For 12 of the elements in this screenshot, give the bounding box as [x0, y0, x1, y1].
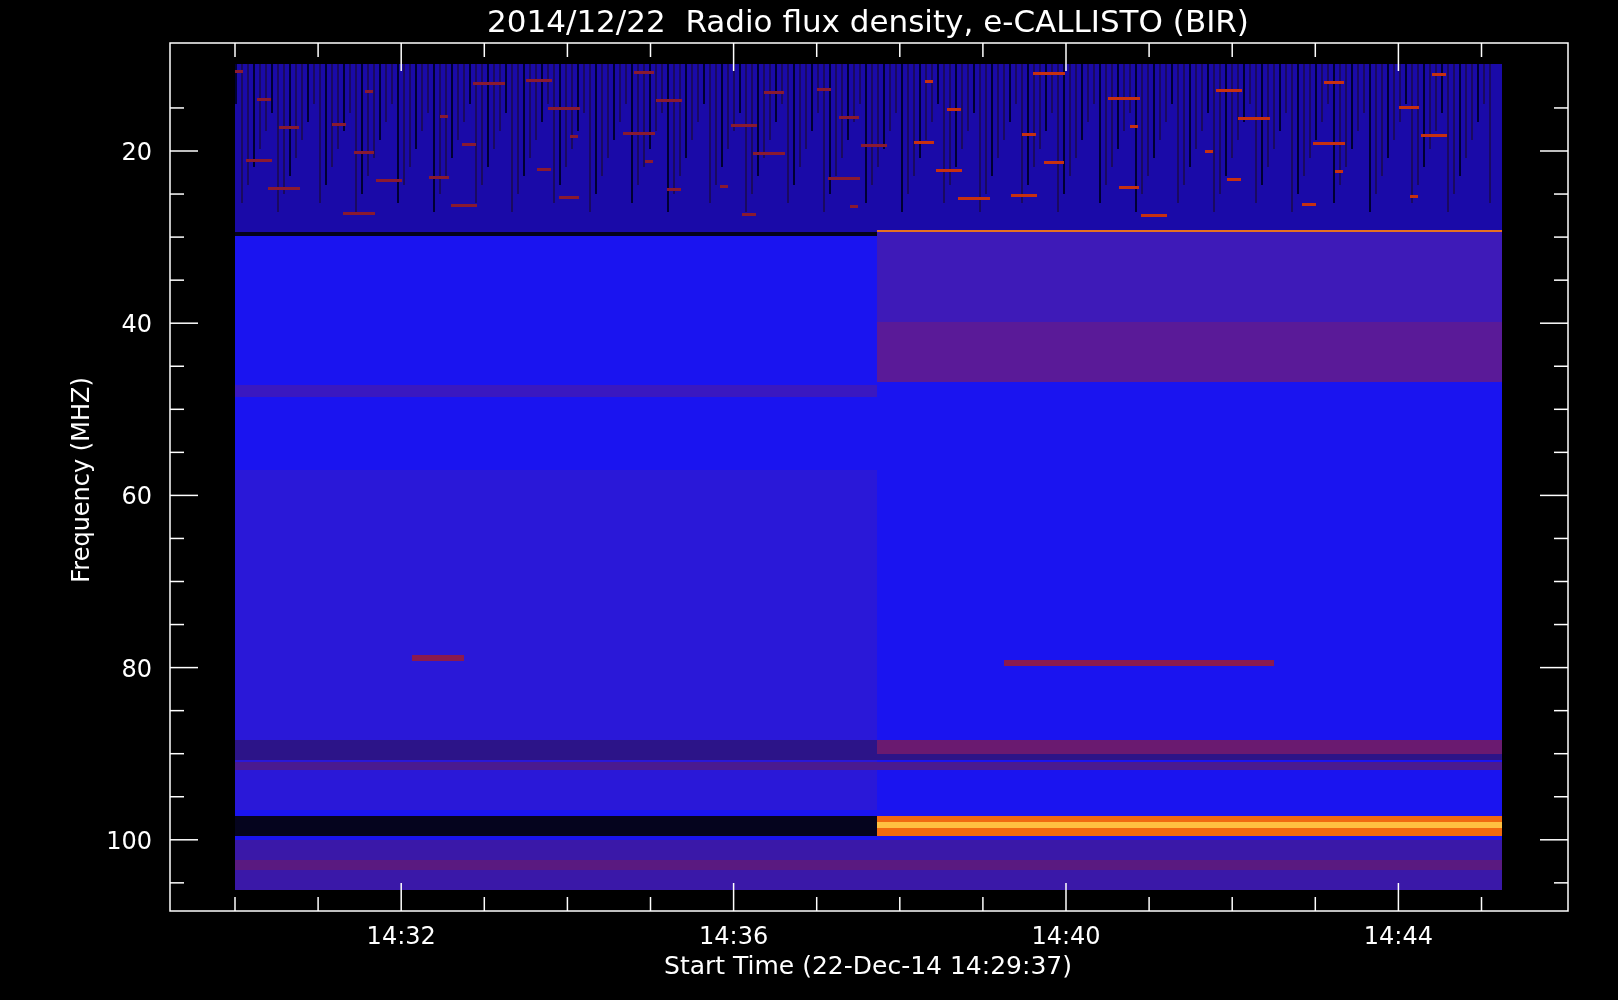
y-tick-label: 20 [121, 138, 152, 166]
x-tick-label: 14:32 [366, 922, 436, 950]
x-tick-label: 14:36 [699, 922, 769, 950]
x-axis-label: Start Time (22-Dec-14 14:29:37) [664, 951, 1072, 980]
y-axis-label: Frequency (MHZ) [67, 377, 95, 583]
y-tick-label: 40 [121, 310, 152, 339]
y-tick-label: 80 [121, 654, 152, 683]
chart-title: 2014/12/22 Radio flux density, e-CALLISTO (BIR) [487, 3, 1249, 39]
y-tick-label: 60 [121, 482, 152, 511]
y-tick-label: 100 [106, 826, 152, 855]
x-tick-label: 14:44 [1363, 922, 1433, 950]
x-tick-label: 14:40 [1031, 922, 1101, 950]
